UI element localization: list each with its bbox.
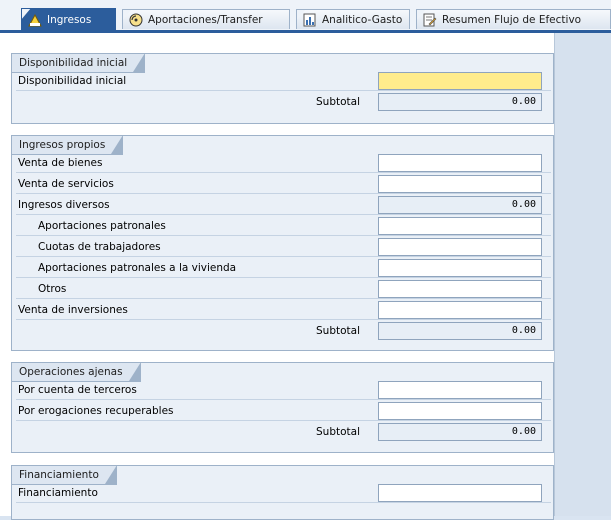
field-label: Por erogaciones recuperables (18, 405, 174, 417)
venta-servicios-input[interactable] (378, 175, 542, 193)
ingresos-diversos-field: 0.00 (378, 196, 542, 214)
subtotal-row: Subtotal 0.00 (16, 423, 551, 442)
field-label: Venta de servicios (18, 178, 114, 190)
group-title: Financiamiento (11, 465, 117, 485)
form-row: Ingresos diversos 0.00 (16, 196, 551, 215)
subtotal-row: Subtotal 0.00 (16, 93, 551, 112)
field-label: Venta de bienes (18, 157, 103, 169)
group-financiamiento: Financiamiento Financiamiento (11, 465, 554, 520)
group-title: Ingresos propios (11, 135, 124, 155)
form-row: Otros (16, 280, 551, 299)
group-operaciones-ajenas: Operaciones ajenas Por cuenta de tercero… (11, 362, 554, 453)
venta-inversiones-input[interactable] (378, 301, 542, 319)
tab-resumen-flujo[interactable]: Resumen Flujo de Efectivo (416, 9, 611, 29)
tab-strip: Ingresos Aportaciones/Transfer Analitico… (0, 0, 611, 30)
field-label: Financiamiento (18, 487, 98, 499)
form-row: Disponibilidad inicial (16, 72, 551, 91)
group-title: Operaciones ajenas (11, 362, 141, 382)
subtotal-field: 0.00 (378, 93, 542, 111)
financiamiento-input[interactable] (378, 484, 542, 502)
subtotal-field: 0.00 (378, 322, 542, 340)
subtotal-field: 0.00 (378, 423, 542, 441)
subtotal-label: Subtotal (316, 325, 360, 337)
form-row: Por cuenta de terceros (16, 381, 551, 400)
field-label: Aportaciones patronales (38, 220, 166, 232)
bar-chart-icon (303, 13, 317, 27)
form-row: Aportaciones patronales a la vivienda (16, 259, 551, 278)
field-label: Venta de inversiones (18, 304, 128, 316)
tab-label: Aportaciones/Transfer (148, 13, 263, 26)
field-label: Cuotas de trabajadores (38, 241, 161, 253)
erogaciones-recuperables-input[interactable] (378, 402, 542, 420)
form-row: Venta de bienes (16, 154, 551, 173)
aportaciones-vivienda-input[interactable] (378, 259, 542, 277)
form-row: Aportaciones patronales (16, 217, 551, 236)
cuotas-trabajadores-input[interactable] (378, 238, 542, 256)
content-area: Disponibilidad inicial Disponibilidad in… (0, 33, 554, 520)
tab-analitico-gasto[interactable]: Analitico-Gasto (296, 9, 410, 29)
field-label: Aportaciones patronales a la vivienda (38, 262, 237, 274)
otros-input[interactable] (378, 280, 542, 298)
tab-aportaciones[interactable]: Aportaciones/Transfer (122, 9, 290, 29)
income-report-icon (28, 13, 42, 27)
vertical-scrollbar[interactable] (554, 33, 611, 516)
form-row: Venta de inversiones (16, 301, 551, 320)
form-row: Financiamiento (16, 484, 551, 503)
tab-label: Analitico-Gasto (322, 13, 403, 26)
subtotal-label: Subtotal (316, 96, 360, 108)
field-label: Disponibilidad inicial (18, 75, 127, 87)
field-label: Otros (38, 283, 67, 295)
form-row: Venta de servicios (16, 175, 551, 194)
subtotal-row: Subtotal 0.00 (16, 322, 551, 341)
subtotal-label: Subtotal (316, 426, 360, 438)
field-label: Por cuenta de terceros (18, 384, 137, 396)
group-disponibilidad-inicial: Disponibilidad inicial Disponibilidad in… (11, 53, 554, 124)
venta-bienes-input[interactable] (378, 154, 542, 172)
tab-label: Ingresos (47, 13, 92, 26)
tab-label: Resumen Flujo de Efectivo (442, 13, 582, 26)
aportaciones-patronales-input[interactable] (378, 217, 542, 235)
document-edit-icon (423, 13, 437, 27)
field-label: Ingresos diversos (18, 199, 110, 211)
tab-ingresos[interactable]: Ingresos (21, 8, 116, 30)
group-ingresos-propios: Ingresos propios Venta de bienes Venta d… (11, 135, 554, 351)
por-cuenta-terceros-input[interactable] (378, 381, 542, 399)
form-row: Cuotas de trabajadores (16, 238, 551, 257)
group-title: Disponibilidad inicial (11, 53, 146, 73)
disc-icon (129, 13, 143, 27)
form-row: Por erogaciones recuperables (16, 402, 551, 421)
disponibilidad-inicial-input[interactable] (378, 72, 542, 90)
